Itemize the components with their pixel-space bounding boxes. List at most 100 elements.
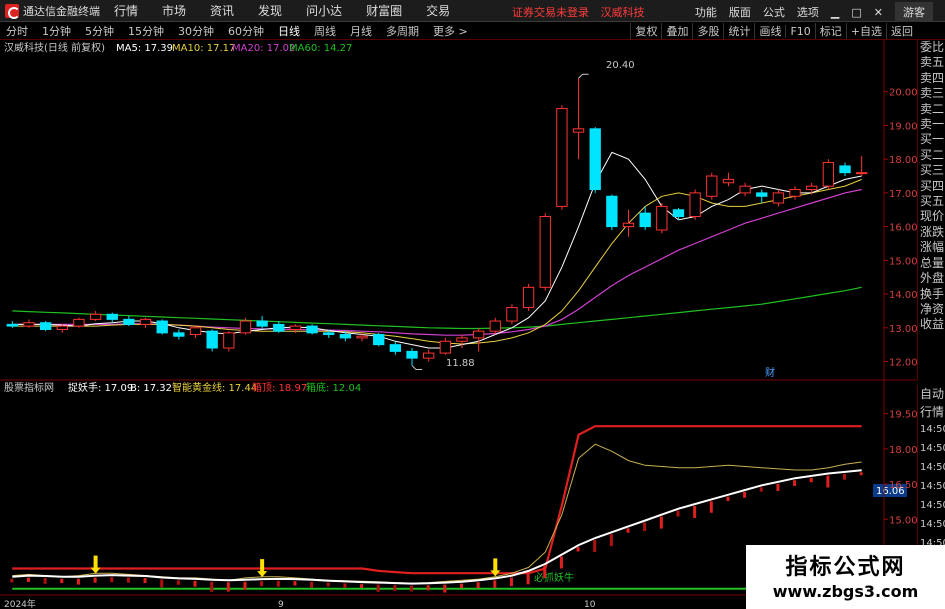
- candle-body-up: [223, 332, 235, 349]
- lower-legend-name: 股票指标网: [4, 381, 54, 394]
- indicator-bar: [360, 584, 364, 588]
- indicator-bar: [160, 579, 164, 588]
- candle-body-up: [289, 325, 302, 330]
- side-panel-item-0: 委比: [920, 40, 945, 54]
- candle-body-up: [556, 108, 568, 207]
- menu-options[interactable]: 选项: [797, 4, 819, 20]
- indicator-bar: [493, 580, 497, 588]
- candle-body-down: [639, 212, 651, 228]
- indicator-bar: [110, 577, 114, 583]
- multi-stock-button[interactable]: 多股: [692, 23, 723, 39]
- tab-monthly[interactable]: 月线: [350, 23, 372, 39]
- buy-signal-arrow: [93, 555, 98, 570]
- side-panel-item-1: 卖五: [920, 55, 945, 70]
- restore-rights-button[interactable]: 复权: [630, 23, 661, 39]
- minimize-icon[interactable]: ▁: [831, 6, 839, 19]
- menu-function[interactable]: 功能: [695, 4, 717, 20]
- menu-news[interactable]: 资讯: [210, 2, 234, 19]
- tab-60min[interactable]: 60分钟: [228, 23, 264, 39]
- statistics-button[interactable]: 统计: [723, 23, 754, 39]
- side-panel-item-8: 买三: [920, 163, 945, 178]
- tab-intraday[interactable]: 分时: [6, 23, 28, 39]
- candle-body-up: [56, 325, 68, 330]
- candle-body-up: [856, 172, 868, 175]
- upper-ytick-label: 16.00: [889, 223, 917, 234]
- indicator-bar: [543, 565, 547, 578]
- ma60-line: [12, 286, 862, 330]
- time-label-5: 14:50: [920, 519, 945, 530]
- login-status[interactable]: 证券交易未登录: [512, 6, 589, 19]
- candle-body-down: [156, 320, 168, 334]
- tab-more[interactable]: 更多 >: [433, 23, 468, 39]
- status-text: 证券交易未登录 汉威科技: [512, 4, 653, 20]
- time-label-3: 14:50: [920, 481, 945, 492]
- tab-weekly[interactable]: 周线: [314, 23, 336, 39]
- menu-formula[interactable]: 公式: [763, 4, 785, 20]
- f10-button[interactable]: F10: [785, 24, 814, 38]
- candle-body-down: [39, 322, 52, 330]
- indicator-bar: [559, 556, 563, 569]
- low-pointer: [411, 365, 423, 371]
- tab-multi-period[interactable]: 多周期: [386, 23, 419, 39]
- overlay-button[interactable]: 叠加: [661, 23, 692, 39]
- mark-button[interactable]: 标记: [814, 23, 846, 39]
- tab-30min[interactable]: 30分钟: [178, 23, 214, 39]
- indicator-bar: [726, 496, 730, 502]
- indicator-bar: [459, 583, 463, 589]
- indicator-bar: [426, 585, 430, 591]
- back-button[interactable]: 返回: [886, 23, 917, 39]
- side-panel-item-2: 卖四: [920, 70, 945, 85]
- indicator-bar: [676, 510, 680, 517]
- kline-chart[interactable]: 汉威科技(日线 前复权) MA5: 17.39 MA10: 17.17 MA20…: [0, 40, 917, 609]
- close-icon[interactable]: ✕: [874, 6, 883, 19]
- time-label-1: 14:50: [920, 443, 945, 454]
- indicator-bar: [176, 580, 180, 585]
- legend-box-bottom: 箱底: 12.04: [306, 381, 361, 394]
- guest-button[interactable]: 游客: [895, 2, 933, 22]
- main-menu: 行情 市场 资讯 发现 问小达 财富圈 交易: [114, 2, 474, 19]
- indicator-bar: [126, 577, 130, 583]
- indicator-bar: [293, 581, 297, 586]
- menu-discover[interactable]: 发现: [258, 2, 282, 19]
- indicator-bar: [626, 528, 630, 533]
- candle-body-up: [489, 320, 501, 332]
- tab-1min[interactable]: 1分钟: [42, 23, 71, 39]
- tab-15min[interactable]: 15分钟: [128, 23, 164, 39]
- candle-body-down: [606, 195, 618, 228]
- candle-body-down: [206, 330, 218, 349]
- indicator-bar: [609, 534, 613, 547]
- tab-daily[interactable]: 日线: [278, 23, 300, 39]
- x-label-oct: 10: [584, 600, 596, 609]
- chart-area[interactable]: 汉威科技(日线 前复权) MA5: 17.39 MA10: 17.17 MA20…: [0, 40, 917, 609]
- menu-wealth[interactable]: 财富圈: [366, 2, 402, 19]
- tab-5min[interactable]: 5分钟: [85, 23, 114, 39]
- low-price-label: 11.88: [446, 358, 475, 369]
- legend-box-top: 箱顶: 18.97: [252, 381, 307, 394]
- menu-market[interactable]: 市场: [162, 2, 186, 19]
- menu-quotes[interactable]: 行情: [114, 2, 138, 19]
- ma5-line: [12, 151, 862, 349]
- upper-ytick-label: 18.00: [889, 155, 917, 166]
- candle-body-up: [706, 175, 718, 197]
- indicator-bar: [343, 583, 347, 588]
- title-bar: 通达信金融终端 行情 市场 资讯 发现 问小达 财富圈 交易 证券交易未登录 汉…: [0, 0, 945, 22]
- candle-body-up: [822, 162, 835, 187]
- finance-marker[interactable]: 财: [765, 366, 775, 379]
- upper-ytick-label: 14.00: [889, 290, 917, 301]
- candle-body-up: [772, 192, 785, 204]
- menu-ask[interactable]: 问小达: [306, 2, 342, 19]
- menu-layout[interactable]: 版面: [729, 4, 751, 20]
- menu-trade[interactable]: 交易: [426, 2, 450, 19]
- restore-icon[interactable]: □: [851, 6, 861, 19]
- candle-body-down: [6, 323, 18, 327]
- candle-body-down: [339, 334, 352, 339]
- indicator-bar: [476, 582, 480, 589]
- side-panel-item-17: 净资: [920, 301, 945, 316]
- candle-body-up: [722, 178, 735, 184]
- draw-line-button[interactable]: 画线: [754, 23, 785, 39]
- lower-ytick-label: 15.00: [889, 515, 917, 526]
- side-panel-item-14: 总量: [920, 255, 945, 270]
- side-panel2-item-0: 自动: [920, 387, 945, 401]
- candle-body-down: [123, 318, 135, 325]
- add-watchlist-button[interactable]: +自选: [845, 23, 886, 39]
